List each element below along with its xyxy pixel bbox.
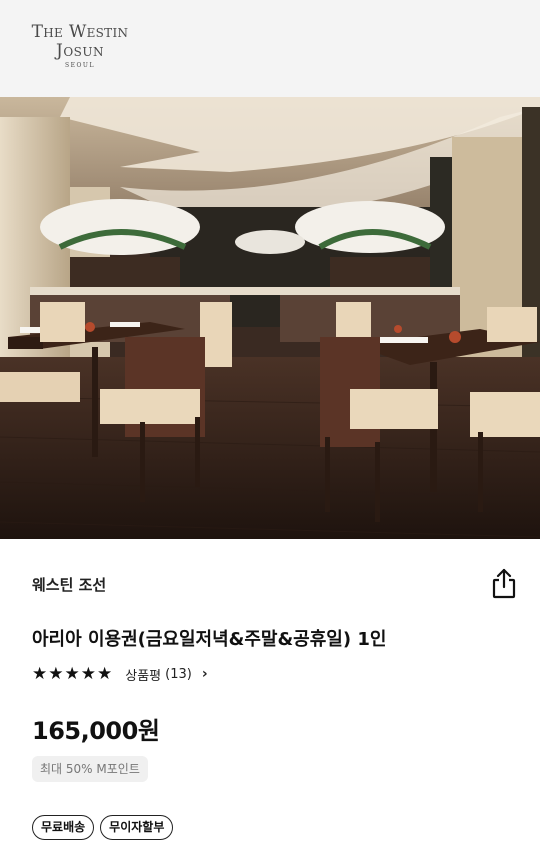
logo-line-2: Josun: [56, 41, 104, 61]
price: 165,000원: [32, 717, 160, 745]
star-icon: ★: [48, 663, 64, 684]
star-icon: ★: [64, 663, 80, 684]
star-rating: ★ ★ ★ ★ ★: [32, 663, 113, 684]
westin-josun-logo[interactable]: The Westin Josun SEOUL: [24, 24, 136, 69]
star-icon: ★: [32, 663, 48, 684]
share-icon[interactable]: [490, 568, 518, 600]
product-title: 아리아 이용권(금요일저녁&주말&공휴일) 1인: [32, 629, 387, 650]
logo-line-3: SEOUL: [65, 62, 95, 69]
point-badge: 최대 50% M포인트: [32, 756, 148, 782]
rating-row[interactable]: ★ ★ ★ ★ ★ 상품평 (13) ›: [32, 664, 208, 684]
star-icon: ★: [80, 663, 96, 684]
restaurant-interior-image: [0, 97, 540, 539]
review-count[interactable]: (13): [165, 667, 192, 682]
chevron-right-icon[interactable]: ›: [202, 666, 208, 682]
review-label[interactable]: 상품평: [125, 665, 161, 684]
tag-free-shipping: 무료배송: [32, 815, 95, 840]
header: The Westin Josun SEOUL: [0, 0, 540, 97]
tag-list: 무료배송 무이자할부: [32, 815, 174, 840]
tag-interest-free-installment: 무이자할부: [100, 815, 174, 840]
brand-name[interactable]: 웨스틴 조선: [32, 574, 106, 595]
star-icon: ★: [97, 663, 113, 684]
logo-line-1: The Westin: [31, 22, 129, 42]
